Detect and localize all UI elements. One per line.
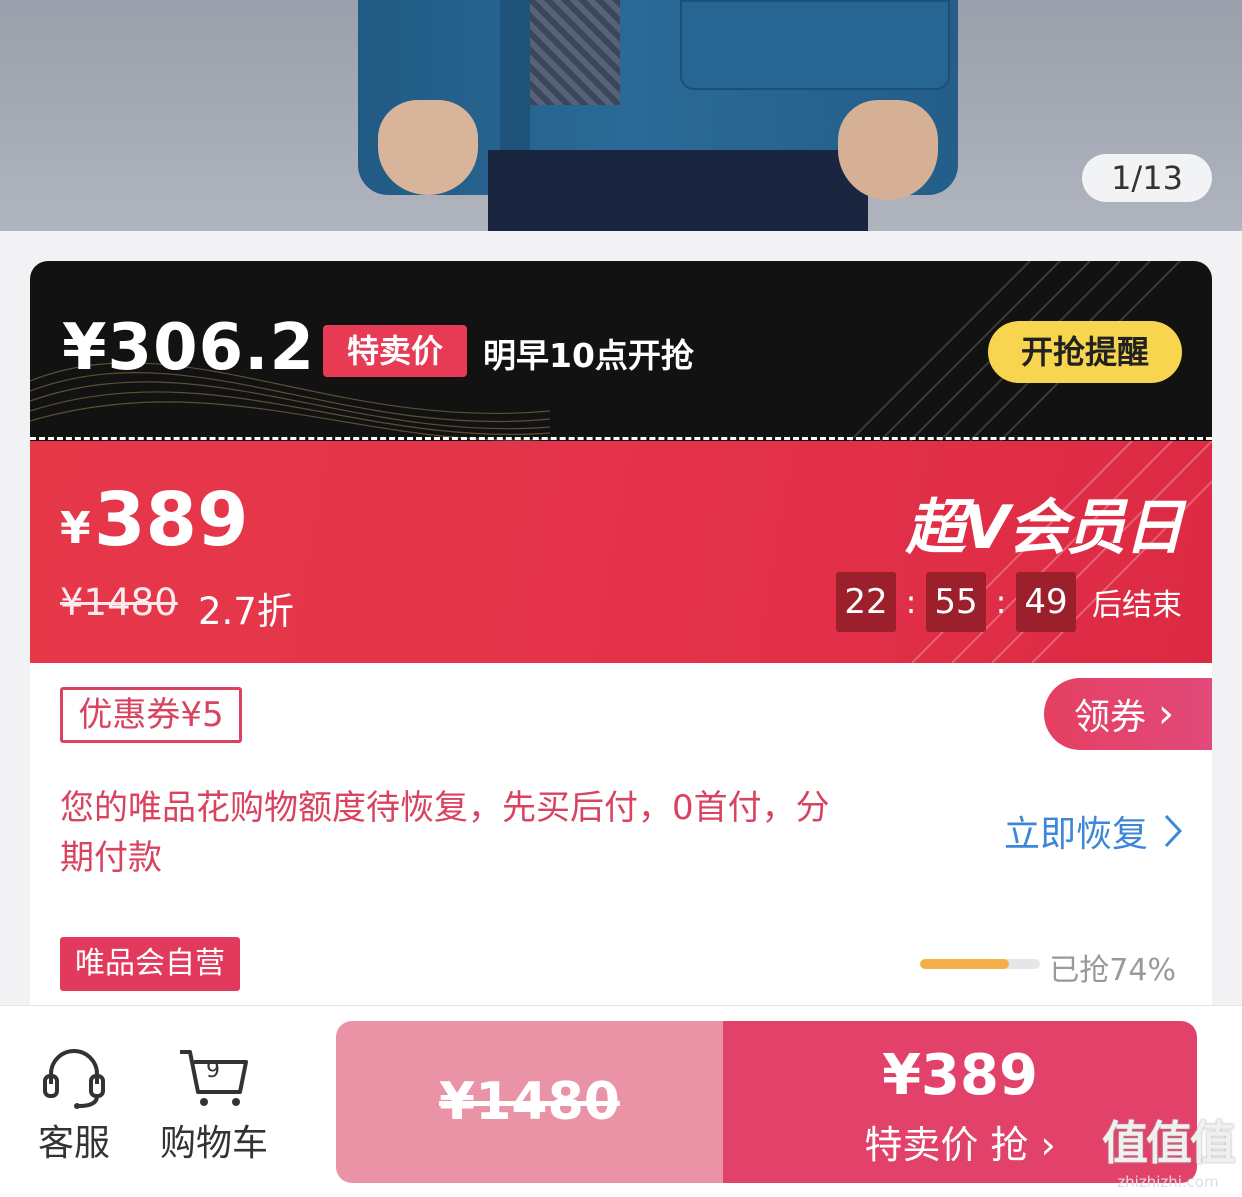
- flash-sale-price: ¥306.2: [62, 311, 315, 385]
- coupon-tag: 优惠券¥5: [60, 687, 242, 743]
- promotion-card: 优惠券¥5 领券 › 您的唯品花购物额度待恢复，先买后付，0首付，分期付款 立即…: [30, 663, 1212, 1008]
- stock-progress-fill: [920, 959, 1009, 969]
- member-price: 389: [94, 477, 249, 563]
- product-photo-pocket: [680, 0, 950, 90]
- stock-progress-bar: [920, 959, 1040, 969]
- countdown-hours: 22: [836, 572, 896, 632]
- countdown-separator: :: [995, 583, 1007, 621]
- headset-icon: [43, 1049, 105, 1109]
- member-price-symbol: ¥: [60, 503, 91, 554]
- countdown-separator: :: [905, 583, 917, 621]
- claim-coupon-label: 领券: [1074, 697, 1147, 738]
- restore-credit-link[interactable]: 立即恢复: [1004, 805, 1182, 857]
- product-photo-hand-right: [838, 100, 938, 200]
- product-photo-jeans: [488, 150, 868, 231]
- countdown-suffix: 后结束: [1092, 588, 1182, 623]
- customer-service-label: 客服: [38, 1123, 111, 1164]
- restore-credit-label: 立即恢复: [1003, 814, 1148, 855]
- product-photo-hand-left: [378, 100, 478, 195]
- countdown-seconds: 49: [1016, 572, 1076, 632]
- special-price-tag: 特卖价: [323, 325, 467, 377]
- claim-coupon-button[interactable]: 领券 ›: [1044, 678, 1212, 750]
- member-day-banner: ¥ 389 ¥1480 2.7折 超V会员日 22 : 55 : 49 后结束: [30, 441, 1212, 663]
- site-watermark: 值值值 zhizhizhi.com: [1102, 1107, 1236, 1191]
- product-image-carousel[interactable]: 1/13: [0, 0, 1242, 231]
- flash-sale-banner: ¥306.2 特卖价 明早10点开抢 开抢提醒: [30, 261, 1212, 441]
- chevron-right-icon: [1164, 814, 1182, 848]
- customer-service-button[interactable]: 客服: [38, 1046, 110, 1166]
- product-photo-shirt: [530, 0, 620, 105]
- buy-now-price: ¥389: [882, 1043, 1038, 1108]
- watermark-logo: 值值值: [1102, 1116, 1236, 1170]
- member-original-price: ¥1480: [60, 581, 178, 624]
- sale-reminder-button[interactable]: 开抢提醒: [988, 321, 1182, 383]
- sale-start-time: 明早10点开抢: [483, 336, 694, 375]
- chevron-right-icon: ›: [1158, 691, 1175, 737]
- shopping-cart-label: 购物车: [160, 1123, 269, 1164]
- super-v-member-day-title: 超V会员日: [905, 493, 1184, 563]
- buy-original-price-button[interactable]: ¥1480: [336, 1021, 723, 1183]
- bottom-action-bar: 客服 9 购物车 ¥1480 ¥389 特卖价 抢 › 值值值 zhizhizh…: [0, 1005, 1242, 1197]
- member-discount: 2.7折: [198, 590, 294, 633]
- image-counter: 1/13: [1082, 154, 1212, 202]
- self-operated-tag: 唯品会自营: [60, 937, 240, 991]
- credit-restore-message: 您的唯品花购物额度待恢复，先买后付，0首付，分期付款: [60, 788, 830, 878]
- stock-progress-text: 已抢74%: [1049, 953, 1176, 988]
- product-page: 1/13 ¥306.2 特卖价 明早10点开抢 开抢提醒 ¥ 389 ¥1480…: [0, 0, 1242, 1197]
- watermark-site: zhizhizhi.com: [1117, 1173, 1219, 1191]
- cart-count-badge: 9: [206, 1058, 220, 1083]
- countdown-timer: 22 : 55 : 49 后结束: [836, 572, 1182, 632]
- shopping-cart-button[interactable]: 9 购物车: [160, 1046, 268, 1166]
- countdown-minutes: 55: [926, 572, 986, 632]
